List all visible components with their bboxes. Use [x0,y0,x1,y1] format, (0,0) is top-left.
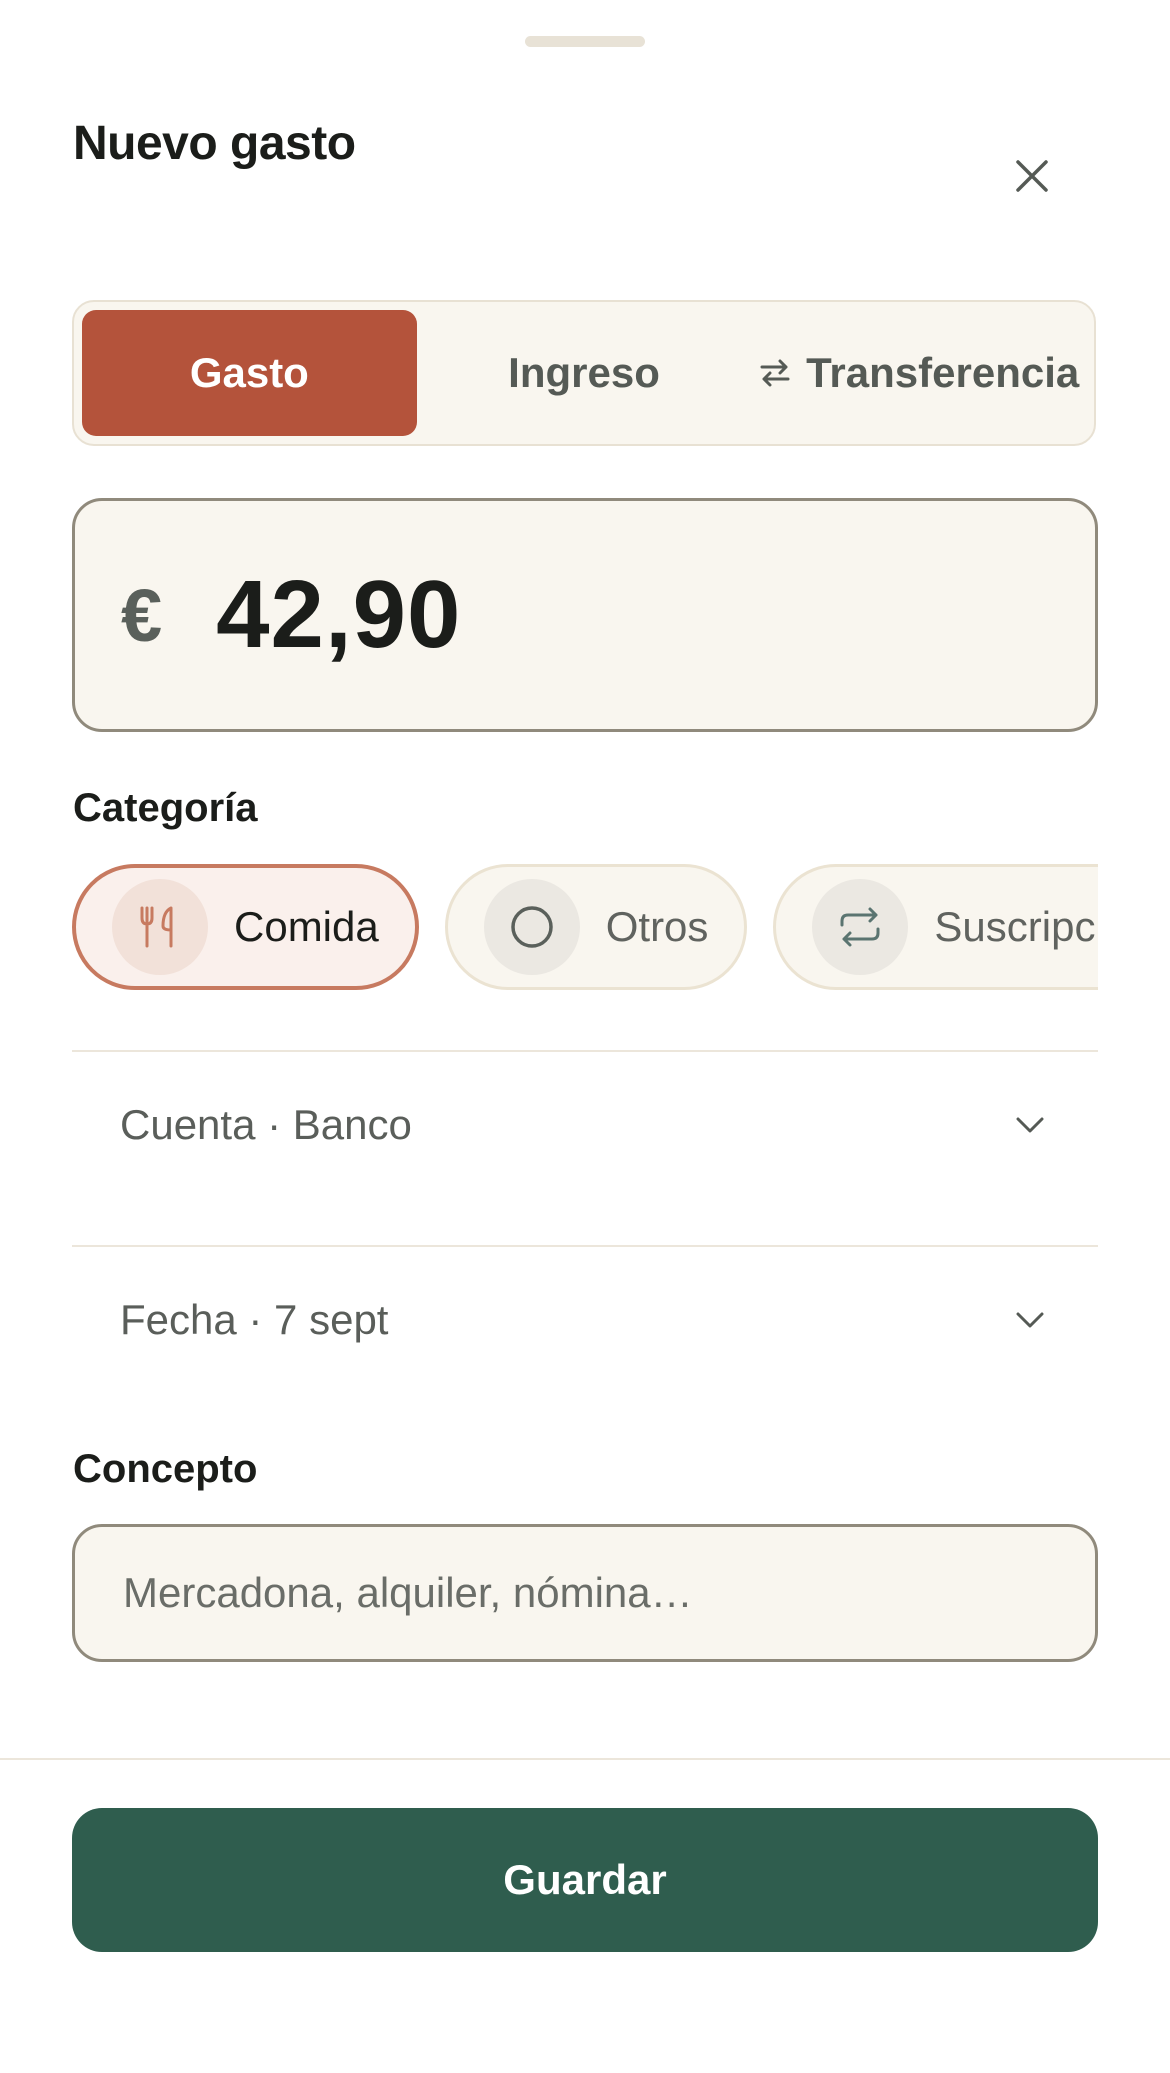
tab-ingreso[interactable]: Ingreso [417,310,752,436]
tab-transferencia[interactable]: Transferencia [751,310,1086,436]
category-chips[interactable]: Comida Otros Suscripciones [72,864,1098,996]
category-label: Categoría [73,786,258,830]
amount-value: 42,90 [216,561,462,668]
category-chip-label: Otros [605,903,709,950]
swap-arrows-icon [760,359,790,387]
amount-field[interactable]: € 42,90 [72,498,1098,732]
category-chip-suscripciones[interactable]: Suscripciones [773,864,1098,990]
sheet-title: Nuevo gasto [73,117,356,170]
repeat-icon [812,879,909,975]
close-icon [1016,160,1048,192]
category-chip-label: Comida [234,903,379,950]
category-chip-comida[interactable]: Comida [72,864,419,990]
new-expense-sheet: Nuevo gasto Gasto Ingreso Transferencia … [0,0,1170,2073]
tab-transferencia-label: Transferencia [806,349,1080,396]
concept-input[interactable] [72,1524,1098,1662]
transaction-type-tabs: Gasto Ingreso Transferencia [72,300,1096,446]
circle-icon [483,879,580,975]
fork-knife-icon [112,879,208,975]
close-button[interactable] [1004,148,1060,204]
footer-divider [0,1758,1170,1760]
date-select[interactable]: Fecha · 7 sept [72,1225,1098,1415]
save-button[interactable]: Guardar [72,1808,1098,1952]
sheet-grabber[interactable] [525,36,645,47]
tab-gasto[interactable]: Gasto [82,310,417,436]
currency-symbol: € [121,573,163,657]
category-chip-label: Suscripciones [934,903,1098,950]
chevron-down-icon [1010,1300,1050,1340]
tab-ingreso-label: Ingreso [508,349,660,396]
tab-gasto-label: Gasto [189,349,309,396]
date-select-text: Fecha · 7 sept [120,1296,389,1343]
concept-label: Concepto [73,1447,258,1491]
account-select-text: Cuenta · Banco [120,1101,412,1148]
chevron-down-icon [1010,1105,1050,1145]
account-select[interactable]: Cuenta · Banco [72,1030,1098,1220]
category-chip-otros[interactable]: Otros [444,864,748,990]
